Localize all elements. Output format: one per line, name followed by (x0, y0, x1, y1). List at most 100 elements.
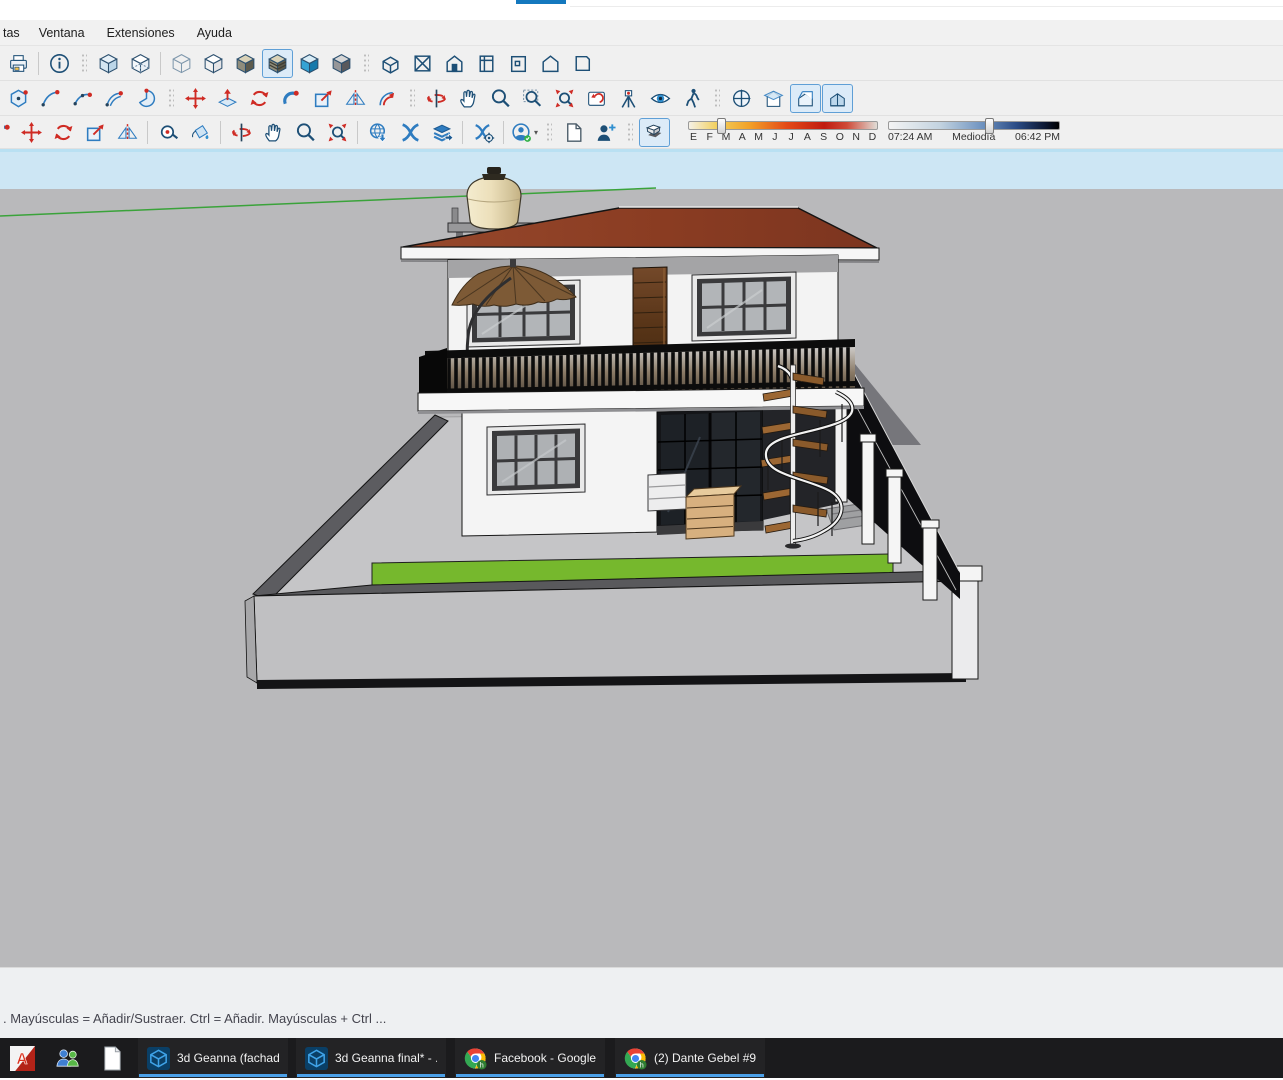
tool-flip-2-button[interactable] (112, 118, 143, 147)
tool-print-button[interactable] (3, 49, 34, 78)
tool-model-info-button[interactable] (44, 49, 75, 78)
menu-item-ventana[interactable]: Ventana (28, 26, 96, 40)
taskbar-autocad-button[interactable]: A (0, 1038, 45, 1078)
tool-share-model-button[interactable] (395, 118, 426, 147)
toolbar-grip[interactable] (80, 52, 87, 74)
model-canvas[interactable] (0, 152, 1283, 967)
tool-view-left-button[interactable] (535, 49, 566, 78)
toolbar-grip[interactable] (713, 87, 720, 109)
menu-item-ayuda[interactable]: Ayuda (186, 26, 243, 40)
tool-share-component-button[interactable] (427, 118, 458, 147)
tool-account-button[interactable]: ▾ (509, 118, 540, 147)
tool-toggle-shadows-button[interactable] (639, 118, 670, 147)
tool-get-models-button[interactable] (363, 118, 394, 147)
tool-transparency-button[interactable] (294, 49, 325, 78)
tool-walk-button[interactable] (677, 84, 708, 113)
chrome-icon: h (464, 1047, 487, 1070)
tool-follow-me-button[interactable] (276, 84, 307, 113)
month-label: S (818, 131, 829, 143)
tool-zoom-extents-button[interactable] (549, 84, 580, 113)
tool-show-section-cuts-button[interactable] (822, 84, 853, 113)
tool-monochrome-button[interactable] (326, 49, 357, 78)
tool-tape-measure-button[interactable] (153, 118, 184, 147)
tool-paint-bucket-button[interactable] (185, 118, 216, 147)
taskbar-sketchup-1-button[interactable]: 3d Geanna (fachad... (138, 1038, 288, 1078)
tool-push-pull-button[interactable] (212, 84, 243, 113)
toolbar-grip[interactable] (362, 52, 369, 74)
tool-xray-button[interactable] (93, 49, 124, 78)
tool-zoom-extents-2-button[interactable] (322, 118, 353, 147)
tool-arc-2pt-button[interactable] (67, 84, 98, 113)
menu-item-herramientas-partial[interactable]: tas (0, 26, 28, 40)
tool-add-collaborator-button[interactable] (590, 118, 621, 147)
taskbar-contacts-button[interactable] (45, 1038, 90, 1078)
month-label: J (769, 131, 780, 143)
tool-previous-view-button[interactable] (581, 84, 612, 113)
tool-polygon-button[interactable] (3, 84, 34, 113)
tool-scale-button[interactable] (308, 84, 339, 113)
zoomext-icon (326, 121, 349, 144)
addperson-icon (594, 121, 617, 144)
tool-section-plane-button[interactable] (758, 84, 789, 113)
tool-rotate-2-button[interactable] (48, 118, 79, 147)
tool-show-section-planes-button[interactable] (790, 84, 821, 113)
toolbar-grip[interactable] (167, 87, 174, 109)
tool-view-iso-button[interactable] (375, 49, 406, 78)
toolbar-grip[interactable] (626, 121, 633, 143)
tool-offset-button[interactable] (372, 84, 403, 113)
tool-pie-button[interactable] (131, 84, 162, 113)
tool-view-top-button[interactable] (407, 49, 438, 78)
view-left-icon (539, 52, 562, 75)
tool-arc-3pt-button[interactable] (99, 84, 130, 113)
shadow-time-slider: 07:24 AMMediodía06:42 PM (888, 121, 1060, 143)
tool-view-bottom-button[interactable] (567, 49, 598, 78)
menu-item-extensiones[interactable]: Extensiones (96, 26, 186, 40)
tool-shaded-button[interactable] (230, 49, 261, 78)
taskbar-chrome-2-button[interactable]: h(2) Dante Gebel #95... (615, 1038, 765, 1078)
document-icon (100, 1046, 125, 1071)
tool-hidden-line-button[interactable] (198, 49, 229, 78)
tool-scale-2-button[interactable] (80, 118, 111, 147)
orbit-icon (230, 121, 253, 144)
tool-orbit-2-button[interactable] (226, 118, 257, 147)
tool-move-button[interactable] (180, 84, 211, 113)
tool-position-camera-button[interactable] (613, 84, 644, 113)
tool-view-right-button[interactable] (471, 49, 502, 78)
tool-view-front-button[interactable] (439, 49, 470, 78)
tool-pan-2-button[interactable] (258, 118, 289, 147)
shadow-time-slider-track[interactable] (888, 121, 1060, 130)
tool-view-back-button[interactable] (503, 49, 534, 78)
tool-clipped-tool-button[interactable] (3, 118, 15, 147)
shadow-time-slider-handle[interactable] (985, 118, 994, 134)
print-icon (7, 52, 30, 75)
tool-back-edges-button[interactable] (125, 49, 156, 78)
tool-move-2-button[interactable] (16, 118, 47, 147)
tool-axes-button[interactable] (726, 84, 757, 113)
shadow-date-slider-track[interactable] (688, 121, 878, 130)
model-viewport[interactable] (0, 152, 1283, 967)
cube-hidden-icon (202, 52, 225, 75)
toolbar-grip[interactable] (545, 121, 552, 143)
toolbar-grip[interactable] (408, 87, 415, 109)
time-label: 07:24 AM (888, 131, 932, 143)
tool-zoom-window-button[interactable] (517, 84, 548, 113)
tool-orbit-button[interactable] (421, 84, 452, 113)
chevron-down-icon[interactable]: ▾ (534, 128, 538, 137)
shadow-date-slider-handle[interactable] (717, 118, 726, 134)
tool-zoom-2-button[interactable] (290, 118, 321, 147)
tool-arc-button[interactable] (35, 84, 66, 113)
tool-pan-button[interactable] (453, 84, 484, 113)
tool-rotate-button[interactable] (244, 84, 275, 113)
tool-shaded-textures-button[interactable] (262, 49, 293, 78)
taskbar-notepad-button[interactable] (90, 1038, 135, 1078)
taskbar-chrome-1-button[interactable]: hFacebook - Google ... (455, 1038, 605, 1078)
tool-new-file-button[interactable] (558, 118, 589, 147)
tool-zoom-button[interactable] (485, 84, 516, 113)
window-top-divider (570, 6, 1283, 7)
tool-look-around-button[interactable] (645, 84, 676, 113)
tool-extension-warehouse-button[interactable] (468, 118, 499, 147)
view-right-icon (475, 52, 498, 75)
tool-wireframe-button[interactable] (166, 49, 197, 78)
taskbar-sketchup-2-button[interactable]: 3d Geanna final* - ... (296, 1038, 446, 1078)
tool-flip-button[interactable] (340, 84, 371, 113)
